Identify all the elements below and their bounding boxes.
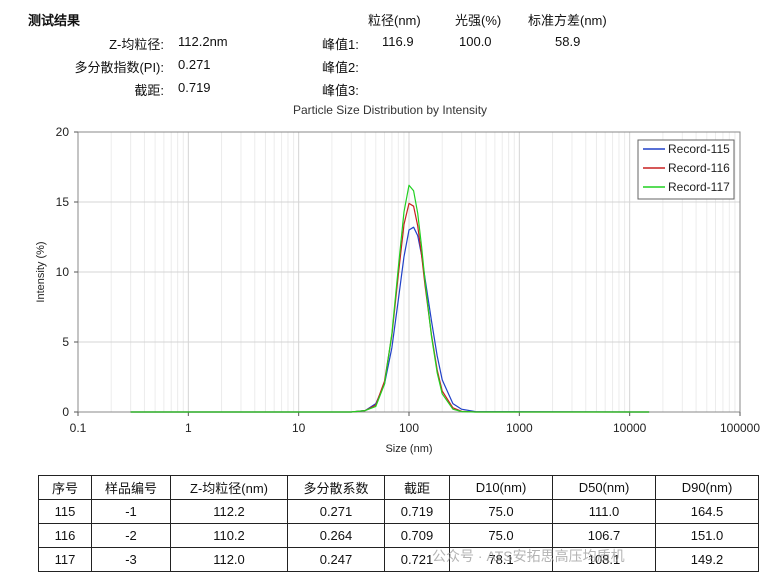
th-d90: D90(nm) — [655, 475, 759, 500]
cell-pdi: 0.247 — [287, 547, 385, 572]
x-tick-label: 10000 — [613, 421, 647, 435]
cell-index: 117 — [38, 547, 92, 572]
series-line-record-116 — [130, 202, 650, 413]
cell-sample-id: -3 — [91, 547, 171, 572]
th-pdi: 多分散系数 — [287, 475, 385, 500]
x-tick-label: 10 — [292, 421, 306, 435]
table-header-row: 序号 样品编号 Z-均粒径(nm) 多分散系数 截距 D10(nm) D50(n… — [38, 475, 759, 500]
y-tick-label: 5 — [62, 335, 69, 349]
cell-intercept: 0.709 — [384, 523, 450, 548]
cell-sample-id: -2 — [91, 523, 171, 548]
y-tick-label: 15 — [56, 195, 70, 209]
series-line-record-117 — [130, 184, 650, 413]
legend-label: Record-117 — [668, 180, 730, 194]
table-row: 117 -3 112.0 0.247 0.721 78.1 108.1 149.… — [38, 547, 759, 572]
x-tick-label: 100000 — [720, 421, 760, 435]
cell-d10: 75.0 — [449, 523, 553, 548]
cell-pdi: 0.264 — [287, 523, 385, 548]
y-axis-label: Intensity (%) — [35, 241, 47, 302]
x-tick-label: 100 — [399, 421, 419, 435]
th-sample-id: 样品编号 — [91, 475, 171, 500]
cell-z-average: 112.0 — [170, 547, 288, 572]
cell-d10: 75.0 — [449, 499, 553, 524]
th-z-average: Z-均粒径(nm) — [170, 475, 288, 500]
th-intercept: 截距 — [384, 475, 450, 500]
legend-label: Record-115 — [668, 142, 730, 156]
cell-d90: 151.0 — [655, 523, 759, 548]
cell-index: 116 — [38, 523, 92, 548]
cell-intercept: 0.719 — [384, 499, 450, 524]
th-d50: D50(nm) — [552, 475, 656, 500]
cell-sample-id: -1 — [91, 499, 171, 524]
th-index: 序号 — [38, 475, 92, 500]
cell-index: 115 — [38, 499, 92, 524]
x-tick-label: 0.1 — [70, 421, 87, 435]
x-tick-label: 1000 — [506, 421, 533, 435]
chart-title: Particle Size Distribution by Intensity — [293, 103, 487, 117]
results-table: 序号 样品编号 Z-均粒径(nm) 多分散系数 截距 D10(nm) D50(n… — [38, 475, 759, 572]
series-line-record-115 — [130, 226, 650, 413]
table-row: 116 -2 110.2 0.264 0.709 75.0 106.7 151.… — [38, 523, 759, 548]
table-row: 115 -1 112.2 0.271 0.719 75.0 111.0 164.… — [38, 499, 759, 524]
x-tick-label: 1 — [185, 421, 192, 435]
cell-z-average: 112.2 — [170, 499, 288, 524]
y-tick-label: 20 — [56, 125, 70, 139]
x-axis-label: Size (nm) — [385, 443, 432, 455]
size-distribution-chart: Particle Size Distribution by Intensity … — [35, 103, 760, 455]
cell-d50: 106.7 — [552, 523, 656, 548]
y-tick-label: 0 — [62, 405, 69, 419]
cell-d90: 149.2 — [655, 547, 759, 572]
watermark: 公众号 · ATS安拓思高压均质机 — [432, 548, 625, 564]
cell-d50: 111.0 — [552, 499, 656, 524]
legend-label: Record-116 — [668, 161, 730, 175]
cell-pdi: 0.271 — [287, 499, 385, 524]
chart-legend: Record-115 Record-116 Record-117 — [637, 139, 735, 200]
th-d10: D10(nm) — [449, 475, 553, 500]
cell-d90: 164.5 — [655, 499, 759, 524]
y-tick-label: 10 — [56, 265, 70, 279]
cell-z-average: 110.2 — [170, 523, 288, 548]
